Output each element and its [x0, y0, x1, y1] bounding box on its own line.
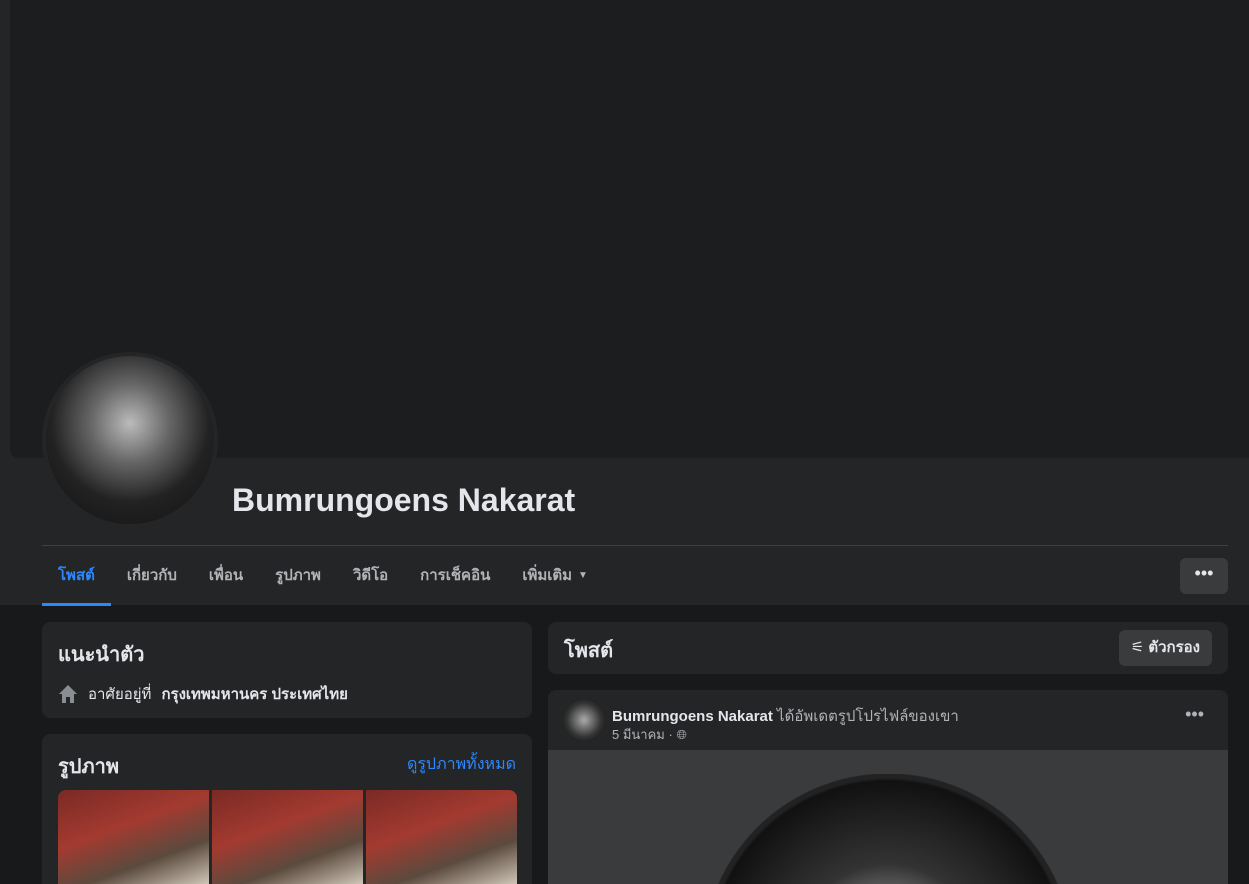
post-menu-button[interactable]: •••	[1185, 704, 1204, 725]
photos-card: รูปภาพ ดูรูปภาพทั้งหมด	[42, 734, 532, 884]
profile-picture-preview	[703, 774, 1073, 884]
caret-down-icon: ▼	[578, 570, 588, 581]
globe-icon: 🌐︎	[676, 727, 687, 742]
profile-avatar[interactable]	[42, 352, 218, 528]
tab-checkins[interactable]: การเช็คอิน	[404, 546, 506, 606]
tab-more-label: เพิ่มเติม	[522, 567, 573, 584]
post-author-avatar[interactable]	[564, 700, 604, 740]
post-date[interactable]: 5 มีนาคม	[612, 727, 665, 742]
post-action: ได้อัพเดตรูปโปรไฟล์ของเขา	[777, 708, 959, 725]
lives-in-place[interactable]: กรุงเทพมหานคร ประเทศไทย	[161, 682, 347, 706]
intro-title: แนะนำตัว	[58, 644, 145, 666]
photo-grid	[58, 790, 517, 884]
filter-label: ตัวกรอง	[1148, 639, 1200, 656]
lives-in-row: อาศัยอยู่ที่ กรุงเทพมหานคร ประเทศไทย	[58, 682, 516, 706]
tab-photos[interactable]: รูปภาพ	[259, 546, 337, 606]
more-options-button[interactable]: •••	[1180, 558, 1228, 594]
tab-about[interactable]: เกี่ยวกับ	[111, 546, 193, 606]
posts-title: โพสต์	[564, 640, 614, 662]
post-meta: 5 มีนาคม · 🌐︎	[612, 724, 687, 745]
posts-header-card: โพสต์ ⚟ ตัวกรอง	[548, 622, 1228, 674]
profile-tabs: โพสต์ เกี่ยวกับ เพื่อน รูปภาพ วิดีโอ การ…	[42, 546, 604, 606]
photo-thumbnail[interactable]	[212, 790, 363, 884]
separator: ·	[668, 727, 673, 742]
post-author-name[interactable]: Bumrungoens Nakarat	[612, 708, 773, 725]
tab-videos[interactable]: วิดีโอ	[337, 546, 404, 606]
tab-posts[interactable]: โพสต์	[42, 546, 111, 606]
profile-name: Bumrungoens Nakarat	[232, 482, 576, 518]
filter-icon: ⚟	[1130, 639, 1149, 656]
post-image[interactable]	[548, 750, 1228, 884]
filter-button[interactable]: ⚟ ตัวกรอง	[1118, 630, 1212, 666]
lives-in-prefix: อาศัยอยู่ที่	[88, 686, 152, 703]
photo-thumbnail[interactable]	[366, 790, 517, 884]
see-all-photos-link[interactable]: ดูรูปภาพทั้งหมด	[407, 752, 516, 777]
post-card: Bumrungoens Nakarat ได้อัพเดตรูปโปรไฟล์ข…	[548, 690, 1228, 884]
tab-friends[interactable]: เพื่อน	[193, 546, 259, 606]
photo-thumbnail[interactable]	[58, 790, 209, 884]
home-icon	[59, 685, 77, 703]
tab-more[interactable]: เพิ่มเติม ▼	[506, 546, 604, 606]
intro-card: แนะนำตัว อาศัยอยู่ที่ กรุงเทพมหานคร ประเ…	[42, 622, 532, 718]
